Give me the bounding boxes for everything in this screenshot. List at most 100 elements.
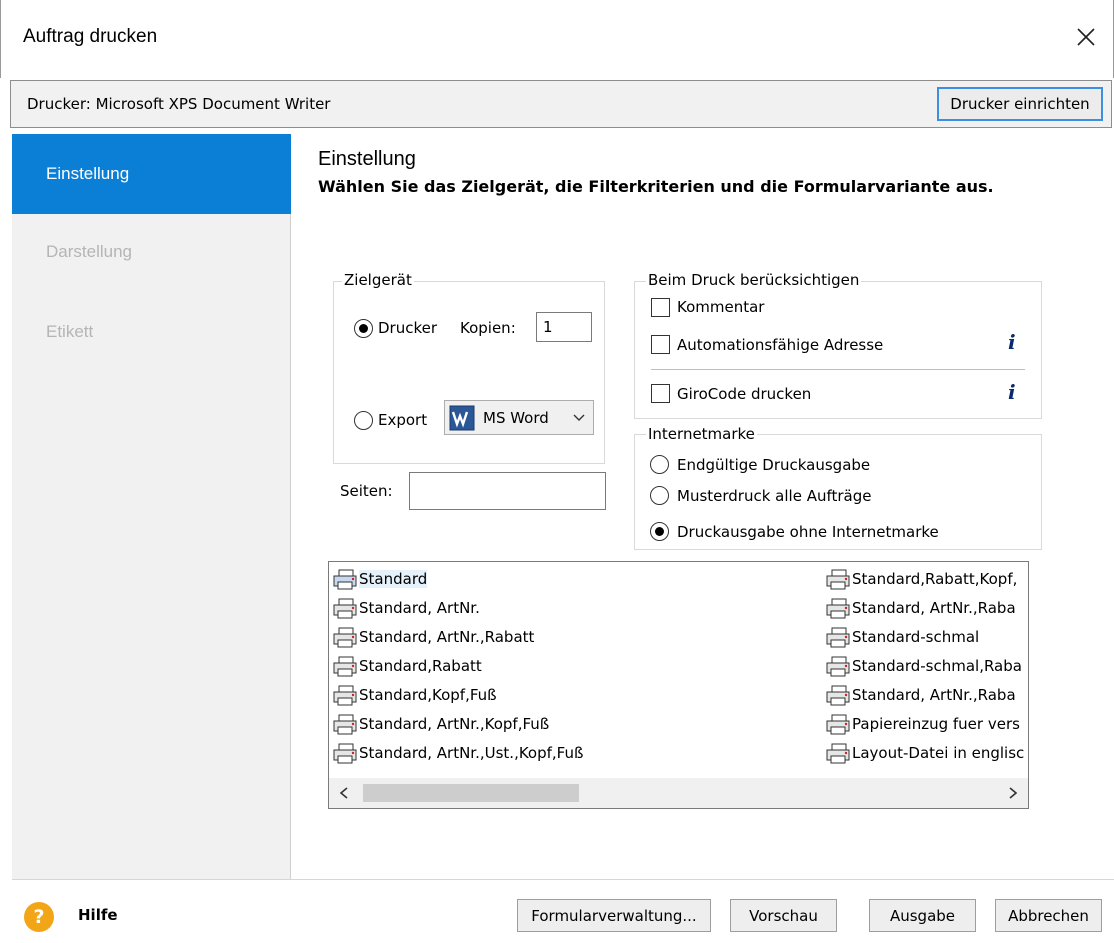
- list-item-label: Standard, ArtNr.,Ust.,Kopf,Fuß: [359, 743, 584, 762]
- musterdruck-radio[interactable]: [650, 486, 669, 505]
- export-label: Export: [378, 411, 428, 429]
- list-item-label: Papiereinzug fuer vers: [852, 714, 1020, 733]
- printer-icon: [333, 627, 357, 647]
- printer-icon: [826, 627, 850, 647]
- list-item[interactable]: Standard, ArtNr.,Kopf,Fuß: [331, 709, 821, 738]
- printer-bar: Drucker: Microsoft XPS Document Writer D…: [10, 80, 1112, 128]
- page-title: Einstellung: [318, 148, 416, 170]
- help-icon[interactable]: ?: [24, 902, 54, 932]
- horizontal-scrollbar[interactable]: [329, 778, 1028, 808]
- printer-setup-button[interactable]: Drucker einrichten: [937, 87, 1103, 121]
- list-item[interactable]: Papiereinzug fuer vers: [824, 709, 1027, 738]
- drucker-label: Drucker: [378, 319, 438, 337]
- list-item-label: Standard-schmal,Raba: [852, 656, 1022, 675]
- kopien-label: Kopien:: [460, 319, 516, 337]
- help-label[interactable]: Hilfe: [78, 906, 118, 924]
- close-button[interactable]: [1063, 14, 1109, 60]
- printer-icon: [333, 656, 357, 676]
- printer-icon: [826, 685, 850, 705]
- kopien-input[interactable]: 1: [536, 312, 592, 342]
- ohne-internetmarke-radio[interactable]: [650, 522, 669, 541]
- form-variant-list[interactable]: Standard Standard, ArtNr. Standard, ArtN…: [328, 561, 1029, 809]
- drucker-radio[interactable]: [354, 319, 373, 338]
- title-bar: Auftrag drucken: [0, 0, 1114, 78]
- printer-icon: [333, 569, 357, 589]
- formularverwaltung-button[interactable]: Formularverwaltung...: [517, 899, 711, 932]
- beim-druck-title: Beim Druck berücksichtigen: [646, 271, 862, 289]
- list-item[interactable]: Standard-schmal,Raba: [824, 651, 1027, 680]
- girocode-info-icon[interactable]: i: [1008, 380, 1016, 404]
- word-icon: [449, 405, 475, 431]
- list-item[interactable]: Standard, ArtNr.,Rabatt: [331, 622, 821, 651]
- list-item[interactable]: Standard, ArtNr.,Raba: [824, 680, 1027, 709]
- separator: [651, 369, 1025, 370]
- printer-icon: [333, 714, 357, 734]
- scroll-left-icon[interactable]: [339, 787, 349, 799]
- list-item-label: Layout-Datei in englisc: [852, 743, 1025, 762]
- abbrechen-button[interactable]: Abbrechen: [995, 899, 1102, 932]
- scroll-right-icon[interactable]: [1008, 787, 1018, 799]
- form-list-column-2: Standard,Rabatt,Kopf, Standard, ArtNr.,R…: [824, 564, 1027, 767]
- sidebar: Einstellung Darstellung Etikett: [12, 134, 291, 879]
- adresse-checkbox[interactable]: [651, 335, 670, 354]
- list-item-label: Standard, ArtNr.,Kopf,Fuß: [359, 714, 550, 733]
- list-item-label: Standard,Rabatt,Kopf,: [852, 569, 1018, 588]
- kommentar-checkbox[interactable]: [651, 298, 670, 317]
- footer-divider: [12, 879, 1114, 880]
- ohne-internetmarke-label: Druckausgabe ohne Internetmarke: [677, 523, 939, 541]
- printer-icon: [333, 598, 357, 618]
- list-item-label: Standard,Rabatt: [359, 656, 482, 675]
- vorschau-button[interactable]: Vorschau: [730, 899, 837, 932]
- sidebar-item-einstellung[interactable]: Einstellung: [12, 134, 291, 214]
- seiten-input[interactable]: [409, 472, 606, 510]
- list-item-label: Standard, ArtNr.: [359, 598, 480, 617]
- list-item-label: Standard,Kopf,Fuß: [359, 685, 497, 704]
- list-item[interactable]: Standard, ArtNr.: [331, 593, 821, 622]
- export-format-select[interactable]: MS Word: [444, 400, 594, 435]
- list-item[interactable]: Standard,Rabatt,Kopf,: [824, 564, 1027, 593]
- export-format-value: MS Word: [483, 409, 549, 427]
- form-list-column-1: Standard Standard, ArtNr. Standard, ArtN…: [331, 564, 821, 767]
- printer-icon: [826, 714, 850, 734]
- list-item[interactable]: Standard, ArtNr.,Raba: [824, 593, 1027, 622]
- adresse-info-icon[interactable]: i: [1008, 330, 1016, 354]
- chevron-down-icon: [573, 414, 585, 421]
- printer-name: Drucker: Microsoft XPS Document Writer: [27, 95, 331, 113]
- close-icon: [1077, 28, 1095, 46]
- list-item-label: Standard-schmal: [852, 627, 980, 646]
- kommentar-label: Kommentar: [677, 298, 765, 316]
- ausgabe-button[interactable]: Ausgabe: [869, 899, 976, 932]
- printer-icon: [826, 743, 850, 763]
- list-item[interactable]: Standard,Kopf,Fuß: [331, 680, 821, 709]
- list-item[interactable]: Layout-Datei in englisc: [824, 738, 1027, 767]
- girocode-checkbox[interactable]: [651, 384, 670, 403]
- list-item-label: Standard, ArtNr.,Raba: [852, 685, 1016, 704]
- list-item[interactable]: Standard, ArtNr.,Ust.,Kopf,Fuß: [331, 738, 821, 767]
- zielgeraet-group: [333, 281, 605, 464]
- scrollbar-thumb[interactable]: [363, 784, 579, 802]
- sidebar-item-darstellung[interactable]: Darstellung: [12, 212, 291, 292]
- window-title: Auftrag drucken: [23, 26, 158, 47]
- sidebar-item-etikett[interactable]: Etikett: [12, 292, 291, 372]
- zielgeraet-title: Zielgerät: [342, 271, 414, 289]
- page-subtitle: Wählen Sie das Zielgerät, die Filterkrit…: [318, 177, 994, 196]
- export-radio[interactable]: [354, 411, 373, 430]
- printer-icon: [333, 685, 357, 705]
- seiten-label: Seiten:: [340, 482, 393, 500]
- musterdruck-label: Musterdruck alle Aufträge: [677, 487, 872, 505]
- printer-icon: [826, 598, 850, 618]
- list-item[interactable]: Standard: [331, 564, 821, 593]
- printer-icon: [826, 656, 850, 676]
- internetmarke-title: Internetmarke: [646, 425, 757, 443]
- list-item-label: Standard, ArtNr.,Rabatt: [359, 627, 535, 646]
- printer-icon: [826, 569, 850, 589]
- printer-icon: [333, 743, 357, 763]
- list-item[interactable]: Standard-schmal: [824, 622, 1027, 651]
- list-item-label: Standard: [359, 569, 428, 588]
- girocode-label: GiroCode drucken: [677, 385, 812, 403]
- list-item[interactable]: Standard,Rabatt: [331, 651, 821, 680]
- adresse-label: Automationsfähige Adresse: [677, 336, 884, 354]
- endgueltige-radio[interactable]: [650, 455, 669, 474]
- list-item-label: Standard, ArtNr.,Raba: [852, 598, 1016, 617]
- endgueltige-label: Endgültige Druckausgabe: [677, 456, 871, 474]
